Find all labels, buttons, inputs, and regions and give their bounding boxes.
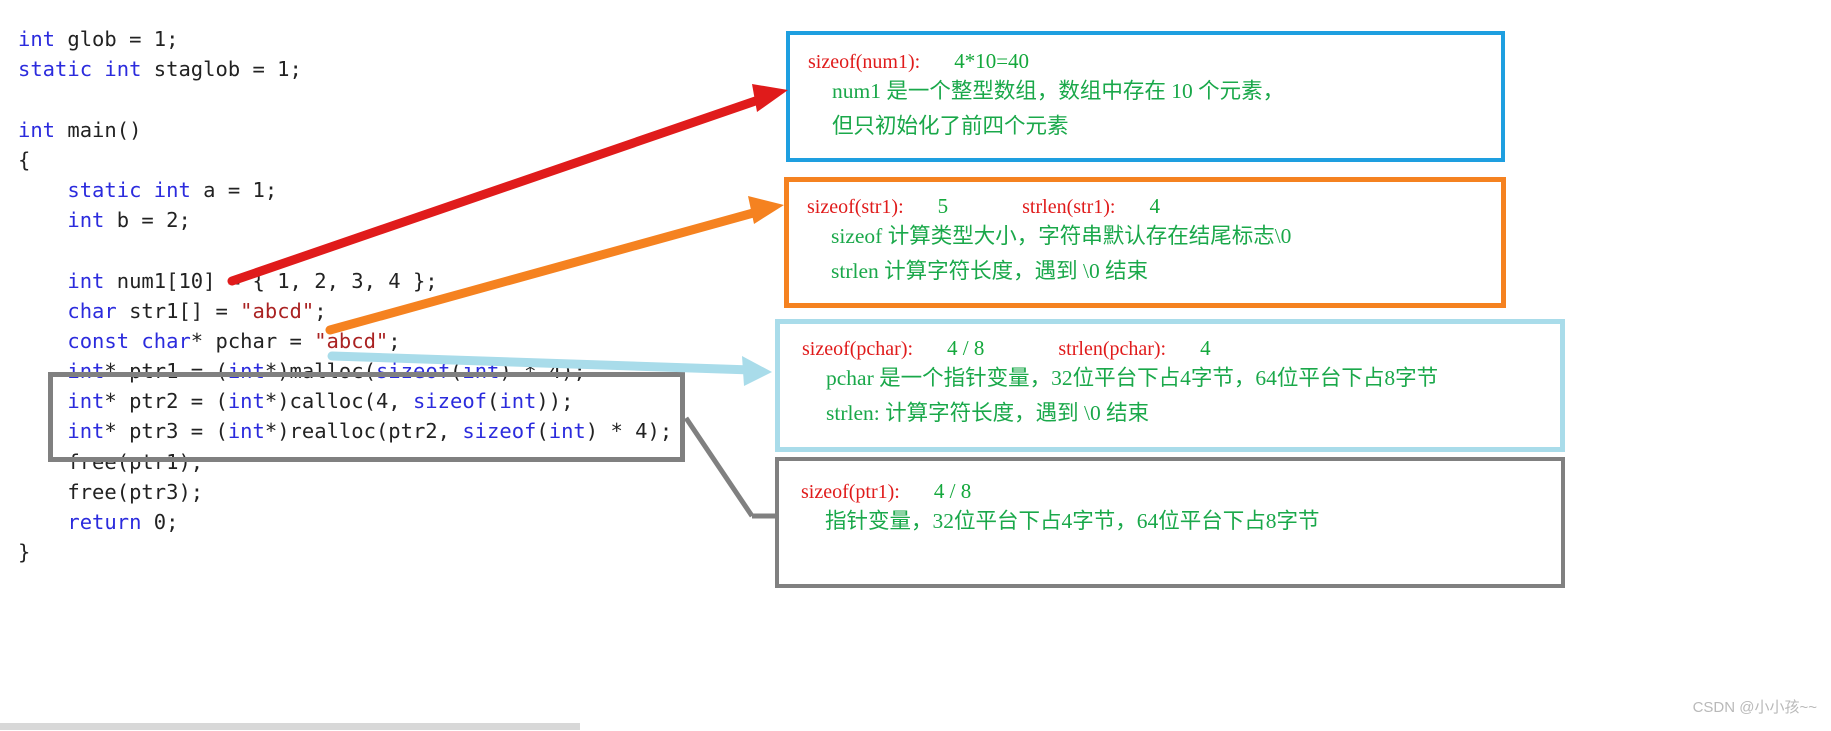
note-value-pchar: 4 / 8 (947, 336, 985, 360)
code-line: int b = 2; (0, 205, 760, 235)
note-value2-str1: 4 (1149, 194, 1160, 218)
note-label2-pchar: strlen(pchar): (1058, 338, 1167, 360)
code-line: return 0; (0, 507, 760, 537)
code-line: int main() (0, 115, 760, 145)
code-token: 0; (141, 510, 179, 534)
note-box-num1: sizeof(num1): 4*10=40 num1 是一个整型数组，数组中存在 … (786, 31, 1505, 162)
code-line: int glob = 1; (0, 24, 760, 54)
note-body-line2-pchar: strlen: 计算字符长度，遇到 \0 结束 (826, 401, 1150, 425)
code-token: ; (314, 298, 327, 323)
note-body-line1-num1: num1 是一个整型数组，数组中存在 10 个元素， (832, 79, 1285, 103)
code-token: main() (55, 117, 142, 142)
note-head-pchar: sizeof(pchar): 4 / 8 strlen(pchar): 4 (802, 336, 1560, 361)
code-token: static int (18, 57, 142, 82)
note-box-pchar: sizeof(pchar): 4 / 8 strlen(pchar): 4 pchar… (775, 319, 1565, 452)
note-label-ptr1: sizeof(ptr1): (801, 481, 900, 503)
code-token: ; (388, 328, 401, 353)
note-value-str1: 5 (937, 194, 949, 218)
code-token: const char (67, 328, 191, 353)
note-label-num1: sizeof(num1): (808, 51, 921, 73)
code-line: static int a = 1; (0, 175, 760, 205)
code-line: char str1[] = "abcd"; (0, 296, 760, 326)
note-body-line1-str1: sizeof 计算类型大小，字符串默认存在结尾标志\0 (831, 224, 1292, 248)
code-token: int (18, 117, 56, 142)
code-token: num1[10] = { 1, 2, 3, 4 }; (104, 268, 438, 293)
note-head-num1: sizeof(num1): 4*10=40 (808, 49, 1501, 74)
note-value-num1: 4*10=40 (954, 49, 1030, 73)
code-token: "abcd" (240, 298, 315, 323)
note-head-ptr1: sizeof(ptr1): 4 / 8 (801, 479, 1561, 504)
watermark: CSDN @小小孩~~ (1692, 699, 1817, 716)
code-token: static int (67, 177, 191, 202)
scrollbar-thumb[interactable] (0, 723, 580, 730)
code-line: free(ptr3); (0, 477, 760, 507)
code-line: } (0, 537, 760, 567)
note-box-ptr1: sizeof(ptr1): 4 / 8 指针变量，32位平台下占4字节，64位平台… (775, 457, 1565, 588)
code-token: a = 1; (190, 177, 278, 202)
code-line: static int staglob = 1; (0, 54, 760, 84)
note-body-line1-ptr1: 指针变量，32位平台下占4字节，64位平台下占8字节 (825, 509, 1320, 533)
code-token: glob = 1; (55, 27, 179, 51)
note-value-ptr1: 4 / 8 (933, 479, 972, 503)
code-token: "abcd" (314, 328, 389, 353)
code-token: int (67, 208, 105, 233)
code-line: int num1[10] = { 1, 2, 3, 4 }; (0, 266, 760, 296)
code-token: staglob = 1; (141, 57, 302, 82)
note-body-line2-num1: 但只初始化了前四个元素 (832, 114, 1069, 138)
note-value2-pchar: 4 (1200, 336, 1211, 360)
code-token: char (67, 298, 117, 323)
code-line: const char* pchar = "abcd"; (0, 326, 760, 356)
note-body-line1-pchar: pchar 是一个指针变量，32位平台下占4字节，64位平台下占8字节 (826, 366, 1439, 390)
code-token: int (67, 268, 105, 293)
code-token: free(ptr3); (18, 479, 204, 504)
code-listing[interactable]: int glob = 1; static int staglob = 1; int… (0, 24, 760, 567)
code-line: { (0, 145, 760, 175)
code-token: } (18, 540, 31, 565)
code-token: str1[] = (116, 298, 241, 323)
alloc-code-outline (48, 372, 685, 462)
note-label-pchar: sizeof(pchar): (802, 338, 914, 360)
horizontal-scrollbar[interactable] (0, 722, 1831, 731)
code-token: int (18, 27, 56, 51)
code-token: { (18, 147, 31, 172)
note-box-str1: sizeof(str1): 5 strlen(str1): 4 sizeof 计算类型… (784, 177, 1506, 308)
note-label-str1: sizeof(str1): (807, 196, 904, 218)
note-head-str1: sizeof(str1): 5 strlen(str1): 4 (807, 194, 1501, 219)
code-token: return (67, 510, 142, 534)
note-label2-str1: strlen(str1): (1022, 196, 1116, 218)
code-token: * pchar = (190, 328, 315, 353)
code-token: b = 2; (104, 208, 191, 233)
note-body-line2-str1: strlen 计算字符长度，遇到 \0 结束 (831, 259, 1149, 283)
